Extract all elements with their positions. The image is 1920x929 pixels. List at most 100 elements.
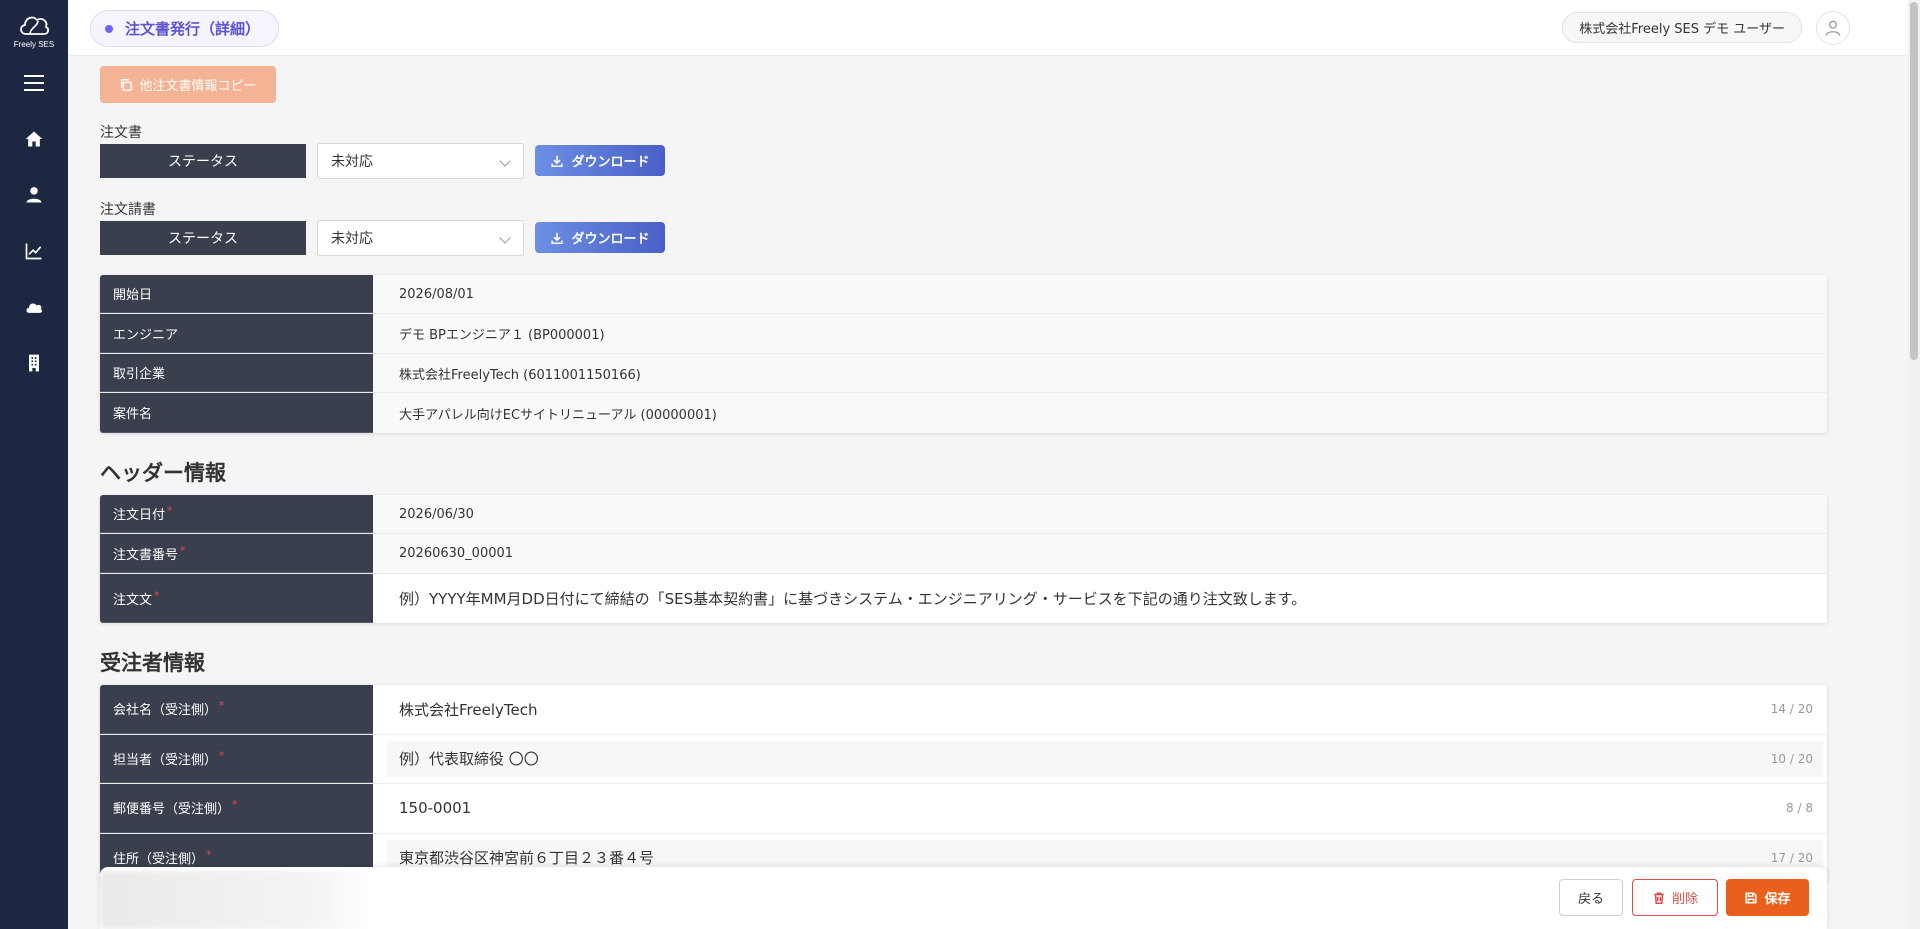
order-ack-download-button[interactable]: ダウンロード [535, 222, 665, 253]
table-row: 開始日 2026/08/01 [100, 275, 1827, 314]
download-label: ダウンロード [571, 232, 650, 247]
table-row: 注文書番号 * 20260630_00001 [100, 534, 1827, 574]
order-number-value[interactable]: 20260630_00001 [373, 534, 1827, 573]
copy-icon [121, 78, 133, 91]
chevron-down-icon [499, 232, 511, 244]
download-icon [551, 155, 564, 167]
summary-key: 取引企業 [100, 354, 373, 392]
table-row: 注文日付 * 2026/06/30 [100, 495, 1827, 534]
char-count: 17 / 20 [1770, 850, 1813, 865]
header-info-table: 注文日付 * 2026/06/30 注文書番号 * 20260630_00001 注… [100, 495, 1827, 623]
menu-toggle-button[interactable] [0, 55, 68, 111]
copy-other-order-button[interactable]: 他注文書情報コピー [100, 66, 276, 103]
field-cell: 150-0001 8 / 8 [373, 784, 1827, 833]
required-mark: * [219, 699, 225, 713]
required-mark: * [180, 543, 186, 557]
footer-action-bar: 戻る 削除 保存 [100, 867, 1827, 929]
app-logo[interactable]: Freely SES [14, 12, 54, 49]
hamburger-icon [24, 75, 44, 91]
nav-person[interactable] [0, 167, 68, 223]
trash-icon [1654, 891, 1664, 904]
header-info-title: ヘッダー情報 [100, 461, 226, 485]
required-mark: * [232, 798, 238, 812]
required-mark: * [206, 847, 212, 861]
table-row: 案件名 大手アパレル向けECサイトリニューアル (00000001) [100, 393, 1827, 433]
order-doc-download-button[interactable]: ダウンロード [535, 145, 665, 176]
save-button[interactable]: 保存 [1726, 879, 1809, 916]
nav-home[interactable] [0, 111, 68, 167]
vertical-scrollbar[interactable] [1908, 0, 1920, 929]
back-button-label: 戻る [1577, 892, 1604, 907]
summary-value: デモ BPエンジニア１ (BP000001) [373, 314, 1827, 353]
save-button-label: 保存 [1764, 892, 1791, 907]
scrollbar-thumb[interactable] [1910, 2, 1918, 360]
download-icon [551, 232, 564, 244]
contact-person-input[interactable]: 例）代表取締役 〇〇 [387, 740, 1823, 777]
receiver-info-table: 会社名（受注側） * 株式会社FreelyTech 14 / 20 担当者（受注側… [100, 685, 1827, 883]
field-label: 注文文 * [100, 574, 373, 623]
table-row: 担当者（受注側） * 例）代表取締役 〇〇 10 / 20 [100, 734, 1827, 784]
order-doc-label: 注文書 [100, 125, 142, 141]
cloud-logo-icon [20, 16, 50, 35]
char-count: 10 / 20 [1770, 751, 1813, 766]
table-row: 郵便番号（受注側） * 150-0001 8 / 8 [100, 784, 1827, 834]
field-label: 注文日付 * [100, 495, 373, 533]
field-label: 注文書番号 * [100, 534, 373, 573]
user-menu[interactable]: 株式会社Freely SES デモ ユーザー [1562, 12, 1802, 43]
delete-button[interactable]: 削除 [1632, 879, 1718, 916]
order-ack-label: 注文請書 [100, 202, 156, 218]
order-text-input[interactable]: 例）YYYY年MM月DD日付にて締結の「SES基本契約書」に基づきシステム・エン… [373, 574, 1827, 623]
order-doc-status-select[interactable]: 未対応 [317, 143, 524, 179]
person-icon [26, 187, 42, 203]
download-label: ダウンロード [571, 155, 650, 170]
order-date-value[interactable]: 2026/06/30 [373, 495, 1827, 533]
company-name-input[interactable]: 株式会社FreelyTech [387, 691, 1823, 728]
nav-cloud[interactable] [0, 279, 68, 335]
status-dot-icon [105, 24, 113, 33]
table-row: 注文文 * 例）YYYY年MM月DD日付にて締結の「SES基本契約書」に基づきシス… [100, 574, 1827, 623]
summary-table: 開始日 2026/08/01 エンジニア デモ BPエンジニア１ (BP0000… [100, 275, 1827, 433]
page-title-pill: 注文書発行（詳細） [90, 10, 280, 47]
summary-value: 大手アパレル向けECサイトリニューアル (00000001) [373, 393, 1827, 433]
table-row: エンジニア デモ BPエンジニア１ (BP000001) [100, 314, 1827, 354]
cloud-icon [26, 303, 43, 313]
sidebar: Freely SES [0, 0, 68, 929]
user-icon [1825, 20, 1841, 36]
table-row: 会社名（受注側） * 株式会社FreelyTech 14 / 20 [100, 685, 1827, 735]
char-count: 8 / 8 [1786, 801, 1813, 816]
building-icon [29, 354, 39, 372]
required-mark: * [219, 748, 225, 762]
logo-text: Freely SES [13, 40, 55, 49]
chart-icon [25, 243, 42, 260]
field-label: 会社名（受注側） * [100, 685, 373, 734]
required-mark: * [167, 504, 173, 517]
chevron-down-icon [499, 155, 511, 167]
copy-button-label: 他注文書情報コピー [139, 79, 257, 94]
required-mark: * [154, 588, 160, 602]
nav-chart[interactable] [0, 223, 68, 279]
order-ack-status-value: 未対応 [331, 231, 373, 247]
page-title: 注文書発行（詳細） [125, 20, 261, 38]
back-button[interactable]: 戻る [1559, 879, 1623, 916]
blurred-area [100, 871, 370, 929]
summary-key: 開始日 [100, 275, 373, 313]
field-cell: 株式会社FreelyTech 14 / 20 [373, 685, 1827, 734]
char-count: 14 / 20 [1770, 702, 1813, 717]
table-row: 取引企業 株式会社FreelyTech (6011001150166) [100, 354, 1827, 393]
summary-key: 案件名 [100, 393, 373, 433]
order-ack-status-label: ステータス [100, 221, 306, 255]
avatar[interactable] [1816, 11, 1850, 45]
field-label: 郵便番号（受注側） * [100, 784, 373, 833]
order-ack-status-select[interactable]: 未対応 [317, 220, 524, 256]
order-doc-status-value: 未対応 [331, 154, 373, 170]
postal-code-input[interactable]: 150-0001 [387, 790, 1823, 827]
order-doc-status-label: ステータス [100, 144, 306, 178]
top-header: 注文書発行（詳細） 株式会社Freely SES デモ ユーザー [68, 0, 1908, 56]
save-icon [1745, 891, 1758, 904]
receiver-info-title: 受注者情報 [100, 651, 205, 675]
nav-building[interactable] [0, 335, 68, 391]
field-label: 担当者（受注側） * [100, 734, 373, 783]
summary-value: 2026/08/01 [373, 275, 1827, 313]
field-cell: 例）代表取締役 〇〇 10 / 20 [373, 735, 1827, 784]
summary-key: エンジニア [100, 314, 373, 353]
